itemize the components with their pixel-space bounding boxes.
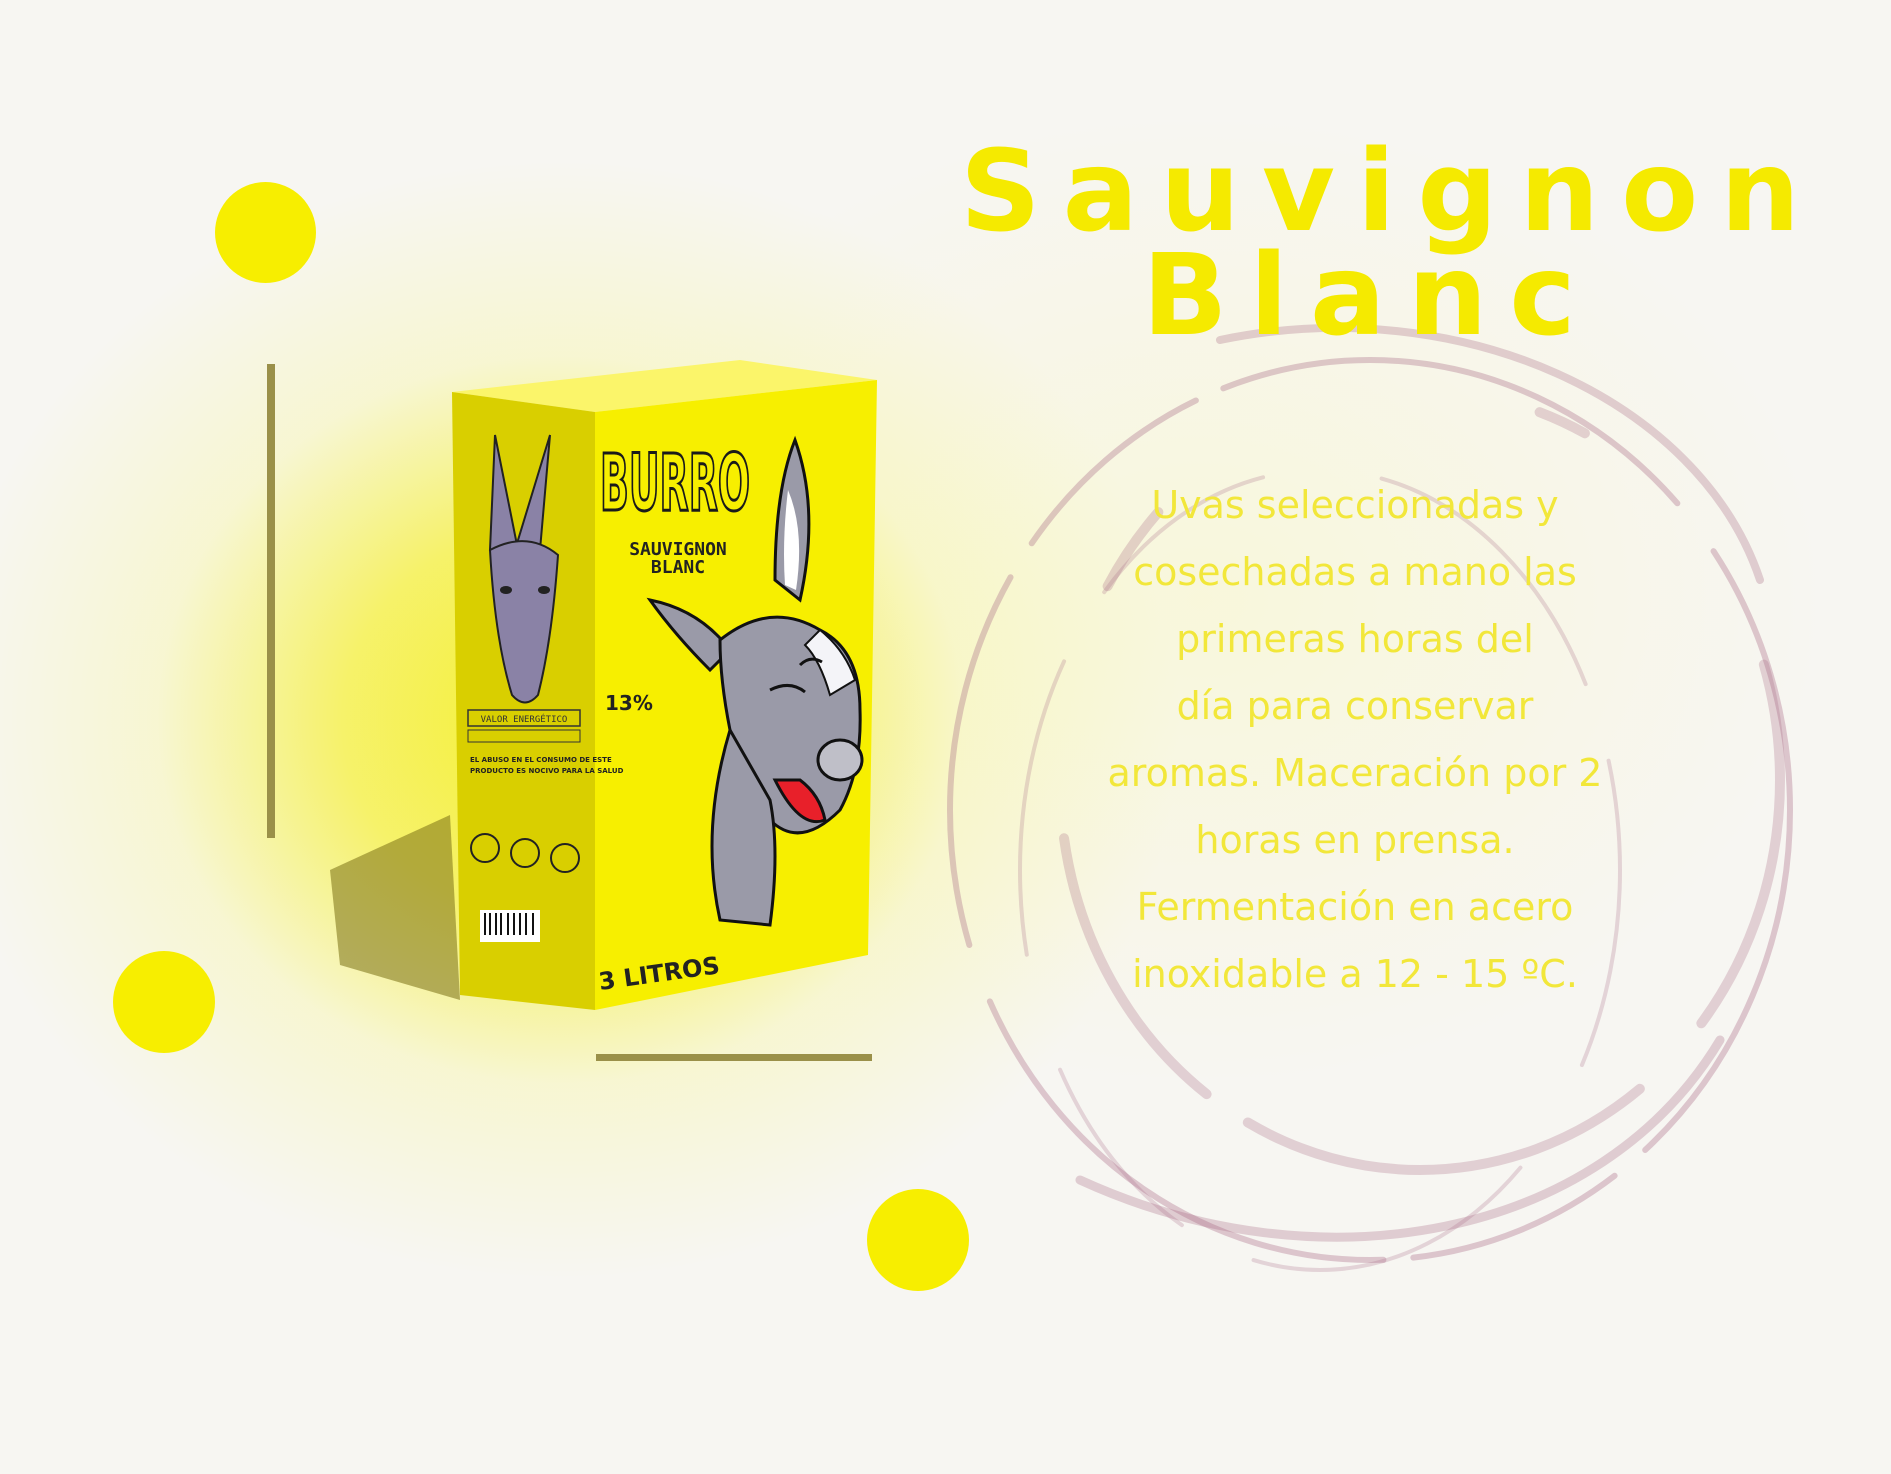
- description-line: inoxidable a 12 - 15 ºC.: [1132, 952, 1578, 996]
- side-panel-title: VALOR ENERGÉTICO: [481, 713, 568, 725]
- box-shadow: [330, 815, 460, 1000]
- brand-logo: BURRO: [600, 439, 750, 529]
- variety-line2: BLANC: [651, 557, 705, 578]
- decor-dot-top: [215, 182, 316, 283]
- abv-label: 13%: [605, 691, 653, 715]
- product-description: Uvas seleccionadas y cosechadas a mano l…: [1050, 472, 1660, 1008]
- description-line: Fermentación en acero: [1136, 885, 1574, 929]
- product-title: Sauvignon Blanc: [960, 127, 1822, 361]
- decor-dot-bottom: [867, 1189, 969, 1291]
- title-line-1: Sauvignon: [960, 127, 1822, 257]
- description-line: horas en prensa.: [1195, 818, 1515, 862]
- decor-line-vertical: [267, 364, 275, 838]
- description-line: aromas. Maceración por 2: [1107, 751, 1603, 795]
- description-line: cosechadas a mano las: [1133, 550, 1577, 594]
- description-line: día para conservar: [1176, 684, 1534, 728]
- description-line: Uvas seleccionadas y: [1151, 483, 1559, 527]
- decor-dot-left: [113, 951, 215, 1053]
- decor-line-horizontal: [596, 1054, 872, 1061]
- barcode-icon: [480, 910, 540, 942]
- description-line: primeras horas del: [1176, 617, 1534, 661]
- side-warning-line1: EL ABUSO EN EL CONSUMO DE ESTE: [470, 756, 612, 764]
- wine-box-product-image: VALOR ENERGÉTICO EL ABUSO EN EL CONSUMO …: [330, 360, 877, 1010]
- title-line-2: Blanc: [1142, 231, 1598, 361]
- side-warning-line2: PRODUCTO ES NOCIVO PARA LA SALUD: [470, 767, 624, 775]
